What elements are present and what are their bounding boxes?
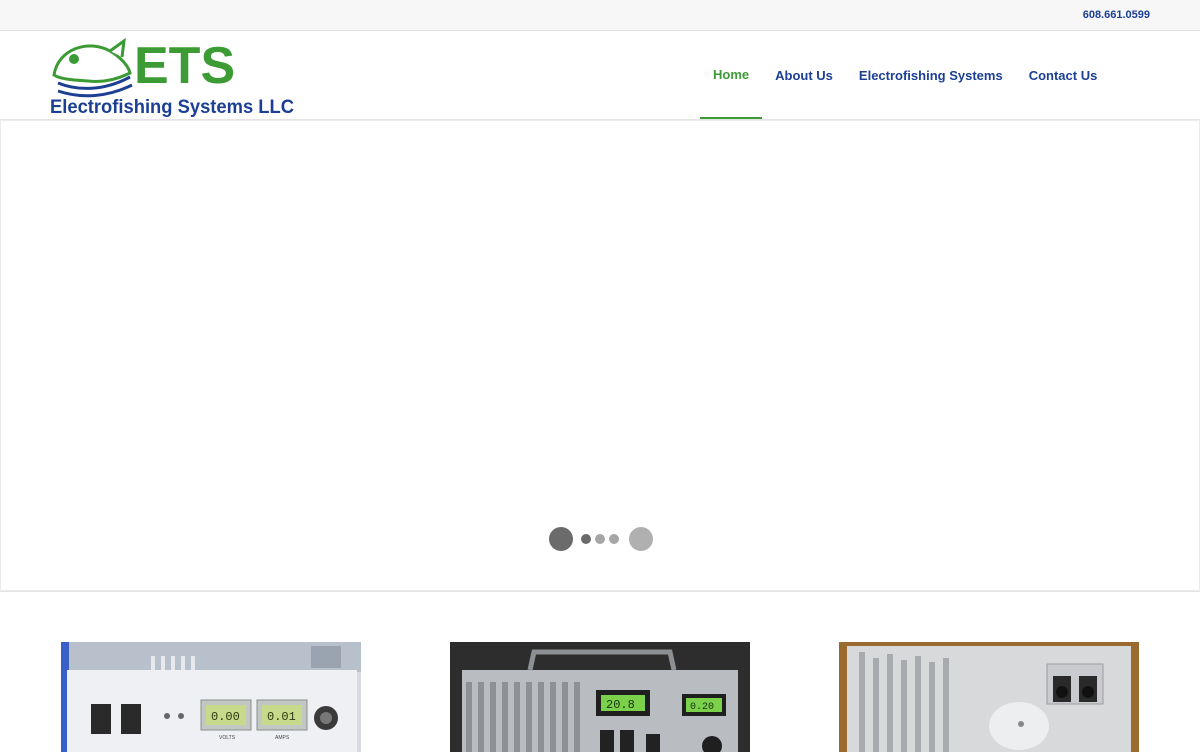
loader-dot-large-left [549,527,573,551]
nav-home[interactable]: Home [700,31,763,119]
nav-contact-us[interactable]: Contact Us [1016,31,1111,119]
loader-dot-small-1 [581,534,591,544]
product-image-left[interactable]: 0.00 0.01 VOLTS AMPS [61,642,361,752]
middle-display-1: 20.8 [606,698,635,712]
product-image-right[interactable] [839,642,1139,752]
middle-display-2: 0.20 [690,702,714,713]
top-bar: 608.661.0599 [0,0,1200,31]
loader-dot-small-2 [595,534,605,544]
product-image-middle[interactable]: 20.8 0.20 [450,642,750,752]
left-volts-label: VOLTS [219,735,236,741]
phone-link[interactable]: 608.661.0599 [1083,9,1150,21]
logo-wordmark: ETS [134,37,235,95]
nav-about-us[interactable]: About Us [762,31,846,119]
loader-dot-small-3 [609,534,619,544]
left-volts-display: 0.00 [211,710,240,724]
nav-electrofishing-systems[interactable]: Electrofishing Systems [846,31,1016,119]
main-nav: Home About Us Electrofishing Systems Con… [700,31,1110,119]
loader-dot-large-right [629,527,653,551]
slider-loading-indicator [549,527,653,551]
product-gallery: 0.00 0.01 VOLTS AMPS 20.8 0.20 [0,591,1200,752]
left-amps-display: 0.01 [267,710,296,724]
left-amps-label: AMPS [275,735,290,741]
fish-icon [52,37,133,98]
site-logo[interactable]: ETS Electrofishing Systems LLC [48,35,298,117]
hero-slider[interactable] [0,120,1200,591]
logo-tagline: Electrofishing Systems LLC [50,97,294,117]
site-header: ETS Electrofishing Systems LLC Home Abou… [0,31,1200,120]
